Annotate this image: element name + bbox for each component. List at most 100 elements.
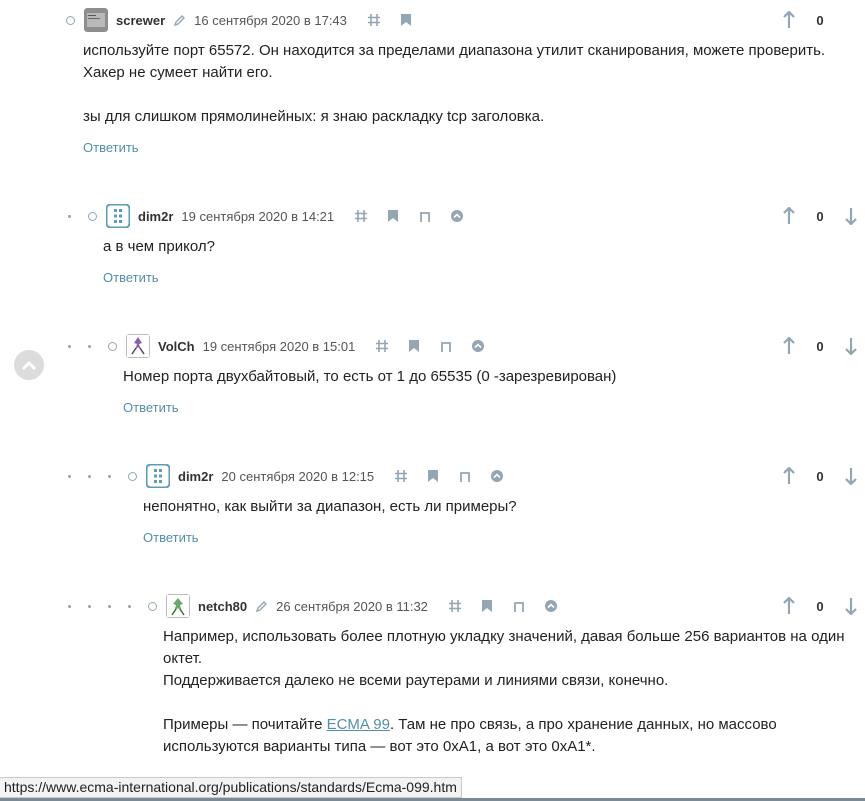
vote-up-icon[interactable] [779,10,799,30]
avatar[interactable] [126,334,150,358]
reply-link[interactable]: Ответить [83,140,139,155]
vote-down-icon[interactable] [841,466,861,486]
vote-block: 0 [779,8,841,32]
vote-block: 0 [779,464,861,488]
comment-text-line: используйте порт 65572. Он находится за … [83,42,826,59]
comment-meta: dim2r 19 сентября 2020 в 14:21 [68,204,480,228]
comment-text-line [83,84,825,106]
comment-date[interactable]: 16 сентября 2020 в 17:43 [194,13,347,28]
avatar[interactable] [106,204,130,228]
comment-text-fragment: . Там не про связь, а про хранение данны… [389,716,777,733]
ecma-99-link[interactable]: ECMA 99 [327,716,390,733]
author-name[interactable]: dim2r [178,469,213,484]
reply-link[interactable]: Ответить [103,270,159,285]
comment-date[interactable]: 20 сентября 2020 в 12:15 [221,469,374,484]
screwer-avatar-icon [84,8,108,32]
thread-ring-icon [128,471,137,481]
vote-down-icon[interactable] [841,596,861,616]
thread-ring-icon [88,211,97,221]
comment-meta: screwer 16 сентября 2020 в 17:43 [66,8,429,32]
thread-dot-icon [68,604,71,608]
collapse-branch-icon[interactable] [448,207,466,225]
hash-link-icon[interactable] [392,467,410,485]
thread-depth-dots [68,344,108,348]
comment-body: используйте порт 65572. Он находится за … [83,40,825,128]
comment-meta: VolCh 19 сентября 2020 в 15:01 [68,334,501,358]
thread-dot-icon [68,474,71,478]
vote-count: 0 [816,208,824,224]
avatar[interactable] [84,8,108,32]
parent-comment-icon[interactable] [510,597,528,615]
comment-text-line [163,692,845,714]
vote-count: 0 [816,598,824,614]
bookmark-icon[interactable] [424,467,442,485]
thread-depth-dots [68,214,88,218]
comment-text-fragment: Примеры — почитайте [163,716,327,733]
bookmark-icon[interactable] [405,337,423,355]
comment-body: непонятно, как выйти за диапазон, есть л… [143,496,517,518]
comment-body: Номер порта двухбайтовый, то есть от 1 д… [123,366,616,388]
collapse-branch-icon[interactable] [469,337,487,355]
comment-date[interactable]: 19 сентября 2020 в 15:01 [203,339,356,354]
avatar[interactable] [146,464,170,488]
author-name[interactable]: netch80 [198,599,247,614]
comment-text-line: октет. [163,650,202,667]
thread-dot-icon [88,474,91,478]
author-name[interactable]: screwer [116,13,165,28]
comment-body: Например, использовать более плотную укл… [163,626,845,758]
thread-dot-icon [128,604,131,608]
parent-comment-icon[interactable] [416,207,434,225]
thread-depth-dots [68,604,148,608]
hash-link-icon[interactable] [373,337,391,355]
pencil-icon [173,14,186,27]
hash-link-icon[interactable] [365,11,383,29]
comment-meta: dim2r 20 сентября 2020 в 12:15 [68,464,520,488]
vote-block: 0 [779,204,861,228]
thread-ring-icon [108,341,117,351]
thread-dot-icon [68,344,71,348]
parent-comment-icon[interactable] [437,337,455,355]
hash-link-icon[interactable] [446,597,464,615]
comment-text-line: Например, использовать более плотную укл… [163,628,845,645]
vote-down-icon[interactable] [841,336,861,356]
parent-comment-icon[interactable] [456,467,474,485]
bookmark-icon[interactable] [384,207,402,225]
comment-text-line: непонятно, как выйти за диапазон, есть л… [143,498,517,515]
volch-avatar-icon [126,334,150,358]
vote-up-icon[interactable] [779,336,799,356]
chevron-up-icon [21,360,37,371]
collapse-branch-icon[interactable] [542,597,560,615]
vote-block: 0 [779,594,861,618]
dim2r-avatar-icon [146,464,170,488]
comment-text-line: Номер порта двухбайтовый, то есть от 1 д… [123,368,617,385]
comment-date[interactable]: 19 сентября 2020 в 14:21 [181,209,334,224]
thread-dot-icon [108,474,111,478]
author-name[interactable]: VolCh [158,339,195,354]
reply-link[interactable]: Ответить [143,530,199,545]
comment-body: а в чем прикол? [103,236,215,258]
vote-up-icon[interactable] [779,466,799,486]
avatar[interactable] [166,594,190,618]
pencil-icon [255,600,268,613]
comment-text-line: зы для слишком прямолинейных: я знаю рас… [83,108,545,125]
vote-block: 0 [779,334,861,358]
thread-dot-icon [88,604,91,608]
hash-link-icon[interactable] [352,207,370,225]
author-name[interactable]: dim2r [138,209,173,224]
reply-link[interactable]: Ответить [123,400,179,415]
vote-down-icon[interactable] [841,206,861,226]
vote-count: 0 [816,468,824,484]
bookmark-icon[interactable] [397,11,415,29]
comment-text-line: Хакер не сумеет найти его. [83,64,273,81]
comment-text-line: Поддерживается далеко не всеми раутерами… [163,672,669,689]
comment-meta: netch80 26 сентября 2020 в 11:32 [68,594,574,618]
comment-text-line: используются варианты типа — вот это 0xA… [163,738,596,755]
vote-up-icon[interactable] [779,596,799,616]
scroll-to-top-button[interactable] [14,350,44,380]
collapse-branch-icon[interactable] [488,467,506,485]
dim2r-avatar-icon [106,204,130,228]
comment-date[interactable]: 26 сентября 2020 в 11:32 [276,599,428,614]
browser-status-bar: https://www.ecma-international.org/publi… [0,777,462,798]
bookmark-icon[interactable] [478,597,496,615]
vote-up-icon[interactable] [779,206,799,226]
